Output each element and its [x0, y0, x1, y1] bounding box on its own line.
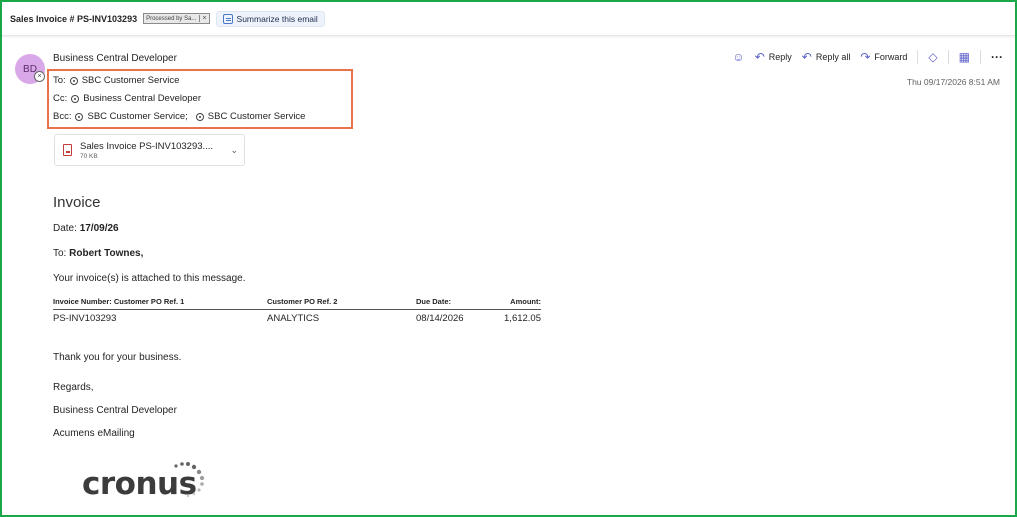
sender-name[interactable]: Business Central Developer [53, 53, 177, 64]
emoji-icon[interactable]: ☺ [732, 50, 744, 64]
table-cell: 08/14/2026 [416, 313, 464, 324]
regards-text: Regards, [53, 382, 94, 393]
message-actions: ☺ ↶ Reply ↶ Reply all ↷ Forward ◇ ▦ ··· [732, 50, 1003, 64]
signature-name: Business Central Developer [53, 405, 177, 416]
date-label: Date: [53, 223, 77, 234]
signature-company: Acumens eMailing [53, 428, 135, 439]
table-row: PS-INV103293 ANALYTICS 08/14/2026 1,612.… [53, 313, 541, 326]
divider [947, 50, 949, 64]
presence-status-icon: × [34, 71, 45, 82]
attachment-size: 70 KB [80, 152, 98, 160]
reply-all-button[interactable]: ↶ Reply all [802, 50, 851, 64]
category-tag-label: Processed by Sa... [146, 15, 197, 22]
forward-button[interactable]: ↷ Forward [860, 50, 907, 64]
chevron-down-icon[interactable]: ⌄ [230, 145, 238, 156]
thanks-text: Thank you for your business. [53, 352, 182, 363]
bcc-recipient[interactable]: SBC Customer Service [208, 111, 306, 122]
forward-icon: ↷ [860, 50, 871, 64]
invoice-heading: Invoice [53, 194, 101, 211]
attachment-card[interactable]: Sales Invoice PS-INV103293.... 70 KB ⌄ [54, 134, 245, 166]
email-subject: Sales Invoice # PS-INV103293 [10, 13, 138, 24]
reply-label: Reply [768, 52, 792, 62]
recipient-status-icon [195, 112, 204, 121]
invoice-to-line: To: Robert Townes, [53, 248, 143, 259]
invoice-table-header: Invoice Number: Customer PO Ref. 1 Custo… [53, 297, 541, 310]
recipient-status-icon [75, 112, 84, 121]
more-icon[interactable]: ··· [991, 50, 1003, 64]
to-line: To: SBC Customer Service [53, 75, 179, 86]
tag-close-icon[interactable]: × [199, 15, 207, 22]
summarize-button[interactable]: Summarize this email [215, 10, 325, 27]
summarize-label: Summarize this email [236, 13, 318, 24]
divider [980, 50, 981, 64]
attachment-name: Sales Invoice PS-INV103293.... [80, 140, 214, 152]
to-value-body: Robert Townes, [69, 248, 144, 259]
pdf-icon [63, 144, 72, 156]
table-cell: ANALYTICS [267, 313, 320, 324]
reply-all-icon: ↶ [801, 50, 812, 64]
category-tag[interactable]: Processed by Sa... × [143, 13, 210, 24]
recipient-status-icon [71, 94, 80, 103]
reply-button[interactable]: ↶ Reply [755, 50, 792, 64]
bcc-line: Bcc: SBC Customer Service; SBC Customer … [53, 111, 305, 122]
immersive-reader-icon[interactable]: ◇ [928, 50, 937, 64]
reply-icon: ↶ [754, 50, 765, 64]
bcc-recipient[interactable]: SBC Customer Service; [87, 111, 187, 122]
table-cell: 1,612.05 [504, 313, 541, 324]
bcc-label: Bcc: [53, 111, 72, 122]
reply-all-label: Reply all [815, 52, 851, 62]
table-header-cell: Due Date: [416, 297, 452, 306]
cc-line: Cc: Business Central Developer [53, 93, 201, 104]
attached-text: Your invoice(s) is attached to this mess… [53, 273, 246, 284]
forward-label: Forward [874, 52, 908, 62]
to-label-body: To: [53, 248, 67, 259]
received-date: Thu 09/17/2026 8:51 AM [906, 77, 1000, 87]
cc-recipient[interactable]: Business Central Developer [83, 93, 201, 104]
recipient-status-icon [69, 76, 78, 85]
table-header-cell: Customer PO Ref. 2 [267, 297, 338, 306]
invoice-date-line: Date: 17/09/26 [53, 223, 119, 234]
cc-label: Cc: [53, 93, 68, 104]
apps-icon[interactable]: ▦ [959, 50, 970, 64]
logo-dots-icon [174, 462, 204, 498]
to-recipient[interactable]: SBC Customer Service [82, 75, 180, 86]
divider [917, 50, 919, 64]
table-header-cell: Amount: [510, 297, 541, 306]
subject-bar: Sales Invoice # PS-INV103293 Processed b… [2, 2, 1015, 36]
to-label: To: [53, 75, 66, 86]
summarize-icon [222, 13, 233, 24]
attachment-info: Sales Invoice PS-INV103293.... 70 KB [80, 141, 213, 160]
date-value: 17/09/26 [79, 223, 119, 234]
table-cell: PS-INV103293 [53, 313, 117, 324]
table-header-cell: Invoice Number: Customer PO Ref. 1 [53, 297, 185, 306]
